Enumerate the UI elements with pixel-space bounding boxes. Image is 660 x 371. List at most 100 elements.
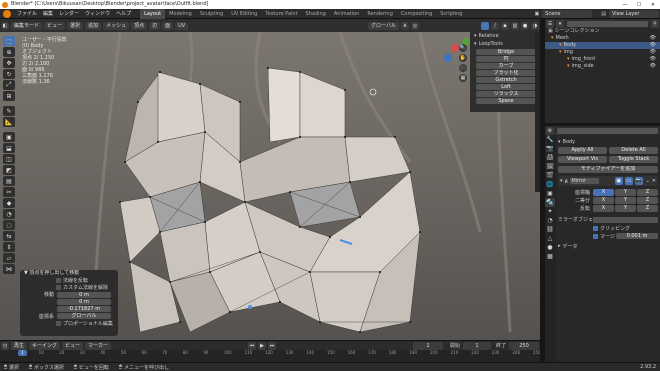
object-tab-icon[interactable]: ▣ [545,189,555,198]
xray-icon[interactable]: ▥ [511,21,519,30]
render-toggle-icon[interactable]: 📷 [634,177,643,185]
flip-normals-checkbox[interactable] [56,278,61,283]
playhead[interactable]: 1 [18,350,27,356]
workspace-tab-modeling[interactable]: Modeling [165,9,196,19]
area-divider-horizontal[interactable] [545,123,660,126]
timeline-menu-keying[interactable]: キーイング [29,341,61,350]
outliner-editor-type-icon[interactable]: ☰ [546,19,554,28]
maximize-icon[interactable]: ☐ [632,2,646,8]
looptools-flatten-button[interactable]: フラット化 [476,70,536,76]
flip-z-toggle[interactable]: Z [637,204,658,212]
annotate-tool-icon[interactable]: ✎ [3,106,15,116]
menu-edit[interactable]: 編集 [40,9,56,19]
looptools-header-row[interactable]: ▾ LoopTools [470,40,540,48]
workspace-tab-shading[interactable]: Shading [302,9,330,19]
delete-all-button[interactable]: Delete All [609,147,658,154]
close-icon[interactable]: ✕ [646,2,660,8]
dissolve-normals-checkbox[interactable] [56,285,61,290]
menu-file[interactable]: ファイル [14,9,40,19]
toggle-stack-button[interactable]: Toggle Stack [609,156,658,163]
scene-tab-icon[interactable]: 🎬 [545,171,555,180]
axis-y-toggle[interactable]: Y [615,188,636,196]
modifier-menu-icon[interactable]: ⌄ [646,178,650,184]
view-layer-selector[interactable]: View Layer [609,9,659,18]
outliner-row[interactable]: ▾ img_side 👁 [545,63,660,70]
mirror-object-field[interactable] [593,216,658,223]
editmode-toggle-icon[interactable]: ▣ [614,177,623,185]
outliner-row[interactable]: ▾ Mesh 👁 [545,35,660,42]
viewport-toggle-icon[interactable]: ▭ [624,177,633,185]
snap-icon[interactable]: ⋔ [401,21,409,30]
flip-x-toggle[interactable]: X [593,204,614,212]
menu-face[interactable]: 面 [162,21,174,30]
workspace-tab-sculpting[interactable]: Sculpting [196,9,227,19]
bisect-x-toggle[interactable]: X [593,196,614,204]
timeline-track[interactable]: 0102030405060708090100110120130140150160… [0,350,541,362]
menu-view[interactable]: ビュー [44,21,66,30]
modifier-tab-icon[interactable]: 🔩 [545,198,555,207]
add-modifier-button[interactable]: モディファイアーを追加 [558,166,658,173]
visibility-eye-icon[interactable]: 👁 [650,42,656,49]
editor-type-icon[interactable]: ◧ [1,21,9,30]
bisect-z-toggle[interactable]: Z [637,196,658,204]
looptools-curve-button[interactable]: カーブ [476,63,536,69]
orientation-field[interactable]: グローバル [57,313,111,319]
apply-all-button[interactable]: Apply All [558,147,607,154]
mirror-modifier-name[interactable]: Mirror [570,178,600,184]
particles-tab-icon[interactable]: ✦ [545,207,555,216]
outliner-filter-icon[interactable]: ⚲ [651,19,659,28]
looptools-bridge-button[interactable]: Bridge [476,49,536,55]
menu-help[interactable]: ヘルプ [113,9,134,19]
flip-y-toggle[interactable]: Y [615,204,636,212]
render-tab-icon[interactable]: 📷 [545,144,555,153]
physics-tab-icon[interactable]: ◔ [545,216,555,225]
outliner-row[interactable]: ▾ img 👁 [545,49,660,56]
world-tab-icon[interactable]: 🌐 [545,180,555,189]
transform-tool-icon[interactable]: ⊞ [3,91,15,101]
looptools-circle-button[interactable]: 円 [476,56,536,62]
menu-add[interactable]: 追加 [85,21,102,30]
looptools-expand-icon[interactable]: ▾ [474,41,477,47]
current-frame-field[interactable]: 1 [412,341,443,350]
visibility-eye-icon[interactable]: 👁 [650,49,656,56]
mirror-modifier-header[interactable]: ▾ ◭ Mirror ▣ ▭ 📷 ⌄ ✕ [558,176,658,186]
spin-tool-icon[interactable]: ◔ [3,209,15,219]
select-mode-face-icon[interactable]: ▪ [501,21,509,30]
outliner-scene-collection-row[interactable]: ▣ シーンコレクション [545,28,660,35]
properties-editor-type-icon[interactable]: ⚙ [546,126,554,135]
looptools-loft-button[interactable]: Loft [476,84,536,90]
knife-tool-icon[interactable]: ✂ [3,187,15,197]
blender-menu-icon[interactable] [3,9,11,18]
properties-search-input[interactable] [557,127,658,134]
visibility-eye-icon[interactable]: 👁 [650,63,656,70]
inset-tool-icon[interactable]: ◫ [3,154,15,164]
merge-checkbox[interactable] [593,233,598,239]
visibility-eye-icon[interactable]: 👁 [650,35,656,42]
edge-slide-tool-icon[interactable]: ⇆ [3,231,15,241]
workspace-tab-layout[interactable]: Layout [140,8,166,19]
select-mode-edge-icon[interactable]: / [491,21,499,30]
ortho-toggle-icon[interactable]: ▦ [459,74,467,82]
viewport-vis-button[interactable]: Viewport Vis [558,156,607,163]
menu-vertex[interactable]: 頂点 [131,21,148,30]
pan-hand-icon[interactable]: ✋ [459,54,467,62]
start-frame-field[interactable]: 1 [462,341,491,350]
workspace-tab-uv-editing[interactable]: UV Editing [227,9,261,19]
shading-solid-icon[interactable]: ● [521,21,529,30]
bevel-tool-icon[interactable]: ◩ [3,165,15,175]
orientation-selector[interactable]: グローバル [368,21,399,30]
jump-start-icon[interactable]: ⏮ [248,341,257,350]
constraints-tab-icon[interactable]: ⛓ [545,225,555,234]
outliner-search-input[interactable] [567,20,648,27]
menu-select[interactable]: 選択 [67,21,84,30]
menu-edge[interactable]: 辺 [149,21,161,30]
loop-cut-tool-icon[interactable]: ▤ [3,176,15,186]
move-y-field[interactable]: 0 m [57,298,111,305]
npanel-expand-icon[interactable]: ▾ [474,33,477,39]
axis-x-toggle[interactable]: X [593,188,614,196]
workspace-tab-texture-paint[interactable]: Texture Paint [261,9,301,19]
menu-window[interactable]: ウィンドウ [82,9,113,19]
shading-material-icon[interactable]: ◑ [531,21,539,30]
output-tab-icon[interactable]: 🖨 [545,153,555,162]
add-cube-tool-icon[interactable]: ▣ [3,132,15,142]
